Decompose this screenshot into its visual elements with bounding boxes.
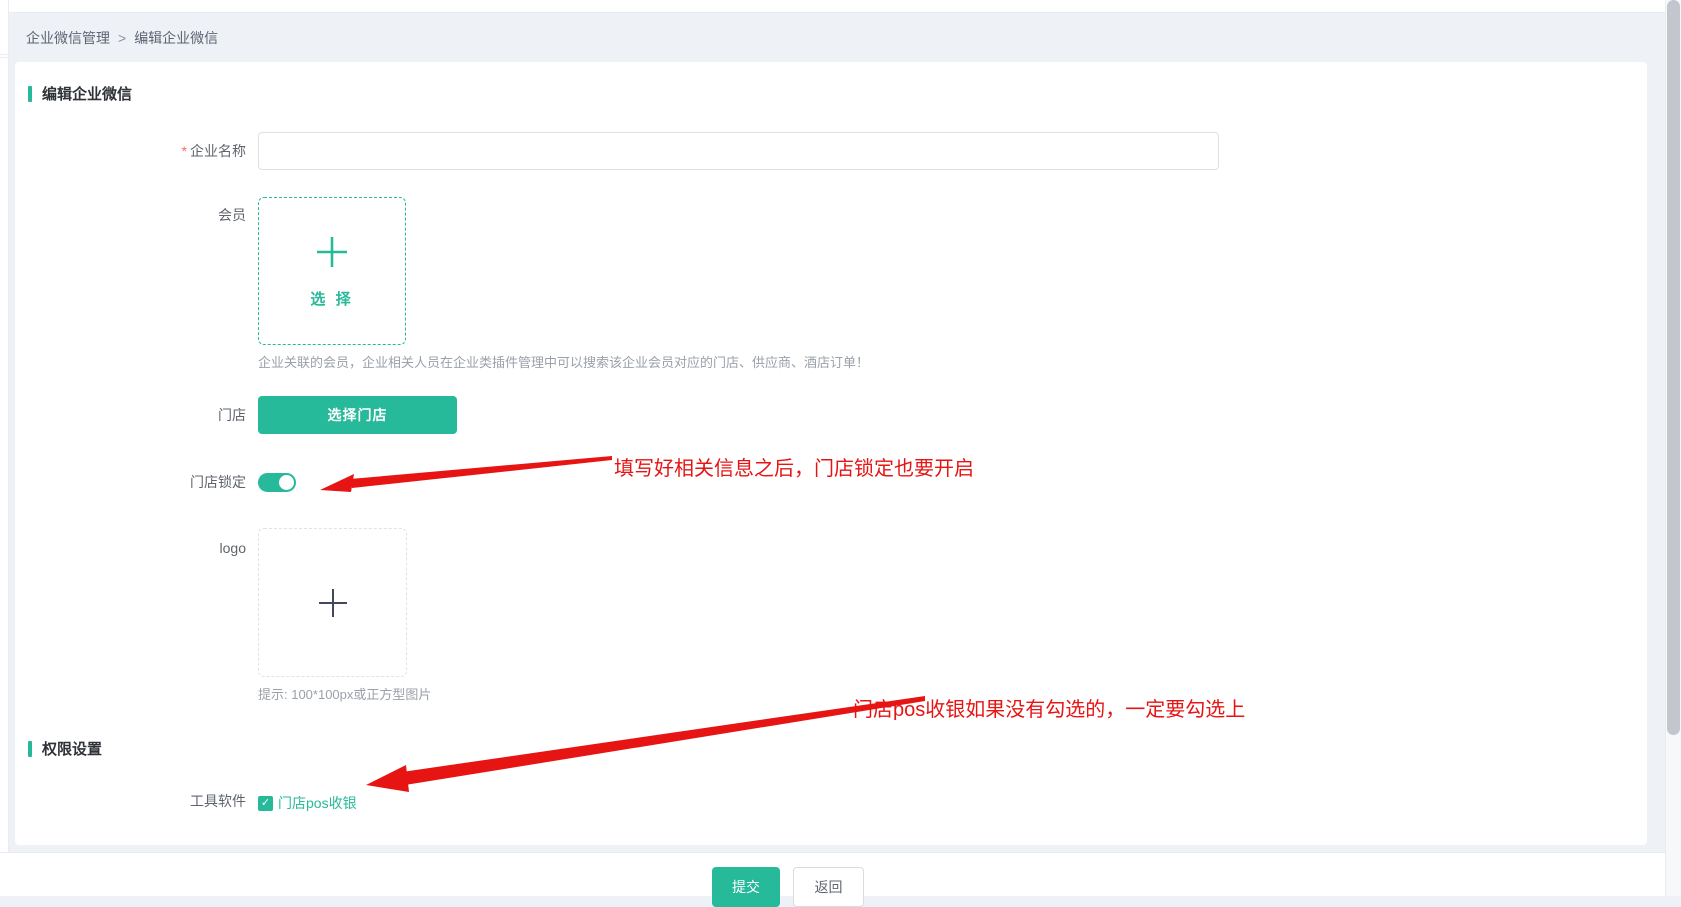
section-title-text: 编辑企业微信 xyxy=(42,83,132,104)
tools-row: 工具软件 ✓ 门店pos收银 xyxy=(15,793,1647,813)
checkbox-checked-icon[interactable]: ✓ xyxy=(258,796,273,811)
section-header-edit: 编辑企业微信 xyxy=(28,62,1647,104)
select-store-button[interactable]: 选择门店 xyxy=(258,396,457,434)
section-title-text: 权限设置 xyxy=(42,738,102,759)
section-accent-bar xyxy=(28,86,32,102)
store-lock-annotation: 填写好相关信息之后，门店锁定也要开启 xyxy=(614,452,974,481)
store-row: 门店 选择门店 xyxy=(15,396,1647,434)
sidebar-edge-line xyxy=(0,54,8,55)
logo-label: logo xyxy=(15,528,258,556)
logo-hint: 提示: 100*100px或正方型图片 xyxy=(258,684,431,703)
breadcrumb-item-root[interactable]: 企业微信管理 xyxy=(26,30,110,46)
plus-icon xyxy=(314,234,350,270)
toggle-knob xyxy=(279,475,294,490)
scrollbar-thumb[interactable] xyxy=(1667,0,1680,735)
store-lock-label: 门店锁定 xyxy=(15,472,258,492)
store-label: 门店 xyxy=(15,396,258,434)
plus-icon xyxy=(317,587,349,619)
store-lock-toggle[interactable] xyxy=(258,473,296,492)
company-name-label: *企业名称 xyxy=(15,132,258,170)
breadcrumb: 企业微信管理 > 编辑企业微信 xyxy=(26,28,218,48)
logo-upload-box[interactable] xyxy=(258,528,407,677)
breadcrumb-item-current: 编辑企业微信 xyxy=(134,30,218,46)
company-name-row: *企业名称 xyxy=(15,132,1647,170)
back-button[interactable]: 返回 xyxy=(793,867,864,907)
pos-checkbox-wrap[interactable]: ✓ 门店pos收银 xyxy=(258,793,357,813)
member-row: 会员 选 择 企业关联的会员，企业相关人员在企业类插件管理中可以搜索该企业会员对… xyxy=(15,197,1647,371)
company-name-input[interactable] xyxy=(258,132,1219,170)
logo-row: logo 提示: 100*100px或正方型图片 xyxy=(15,528,1647,703)
sidebar-edge-line xyxy=(0,57,8,58)
page-scrollbar xyxy=(1665,0,1681,896)
member-select-text: 选 择 xyxy=(310,288,353,309)
member-hint: 企业关联的会员，企业相关人员在企业类插件管理中可以搜索该企业会员对应的门店、供应… xyxy=(258,352,869,371)
footer-bar: 提交 返回 xyxy=(0,852,1681,896)
collapsed-sidebar-edge xyxy=(0,0,9,896)
section-header-permissions: 权限设置 xyxy=(28,703,1647,759)
member-label: 会员 xyxy=(15,197,258,225)
tools-label: 工具软件 xyxy=(15,793,258,809)
submit-button[interactable]: 提交 xyxy=(712,867,780,907)
top-strip xyxy=(0,0,1681,13)
pos-checkbox-label[interactable]: 门店pos收银 xyxy=(278,793,357,813)
pos-annotation: 门店pos收银如果没有勾选的，一定要勾选上 xyxy=(853,693,1245,722)
breadcrumb-separator: > xyxy=(118,30,126,46)
member-upload-box[interactable]: 选 择 xyxy=(258,197,406,345)
required-asterisk: * xyxy=(182,143,187,159)
section-accent-bar xyxy=(28,741,32,757)
